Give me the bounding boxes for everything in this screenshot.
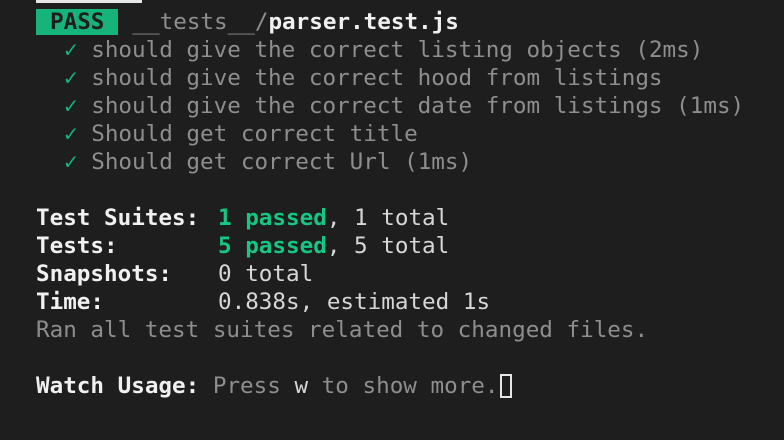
- test-duration: (2ms): [621, 37, 704, 63]
- summary-suites-label: Test Suites:: [36, 205, 200, 231]
- watch-press-text: Press: [212, 373, 295, 399]
- summary-tests-row: Tests: 5 passed, 5 total: [36, 232, 449, 260]
- summary-snapshots-label: Snapshots:: [36, 261, 173, 287]
- time-value: 0.838s, estimated 1s: [218, 289, 491, 315]
- checkmark-icon: ✓: [64, 37, 78, 63]
- test-duration: (1ms): [662, 93, 745, 119]
- terminal-window: PASS __tests__/parser.test.js ✓ should gi…: [0, 0, 784, 440]
- checkmark-icon: ✓: [64, 65, 78, 91]
- test-name: should give the correct date from listin…: [91, 93, 663, 119]
- suites-passed-count: 1 passed: [218, 205, 327, 231]
- test-file-dir: __tests__/: [132, 9, 269, 35]
- summary-suites-row: Test Suites: 1 passed, 1 total: [36, 204, 449, 232]
- terminal-cursor[interactable]: [499, 374, 512, 398]
- test-result-row: ✓ Should get correct Url (1ms): [64, 148, 472, 176]
- test-name: Should get correct title: [91, 121, 418, 147]
- test-result-row: ✓ should give the correct date from list…: [64, 92, 744, 120]
- watch-usage-label: Watch Usage:: [36, 373, 200, 399]
- summary-time-row: Time: 0.838s, estimated 1s: [36, 288, 490, 316]
- test-name: should give the correct listing objects: [91, 37, 622, 63]
- tests-total: , 5 total: [326, 233, 450, 259]
- test-name: Should get correct Url: [91, 149, 391, 175]
- scroll-remnant-bar: [36, 0, 142, 3]
- test-result-row: ✓ should give the correct listing object…: [64, 36, 703, 64]
- checkmark-icon: ✓: [64, 149, 78, 175]
- test-result-row: ✓ should give the correct hood from list…: [64, 64, 663, 92]
- checkmark-icon: ✓: [64, 93, 78, 119]
- summary-time-label: Time:: [36, 289, 105, 315]
- watch-key: w: [294, 373, 309, 399]
- tests-passed-count: 5 passed: [218, 233, 327, 259]
- suites-total: , 1 total: [326, 205, 450, 231]
- summary-snapshots-row: Snapshots: 0 total: [36, 260, 313, 288]
- test-result-row: ✓ Should get correct title: [64, 120, 418, 148]
- watch-rest-text: to show more.: [308, 373, 499, 399]
- checkmark-icon: ✓: [64, 121, 78, 147]
- test-file-name: parser.test.js: [268, 9, 459, 35]
- test-file-header: PASS __tests__/parser.test.js: [36, 8, 459, 36]
- test-duration: (1ms): [390, 149, 473, 175]
- ran-all-message: Ran all test suites related to changed f…: [36, 317, 649, 343]
- test-name: should give the correct hood from listin…: [91, 65, 663, 91]
- watch-usage-prompt: Watch Usage: Press w to show more.: [36, 372, 512, 400]
- summary-tests-label: Tests:: [36, 233, 118, 259]
- snapshots-value: 0 total: [218, 261, 314, 287]
- pass-badge: PASS: [36, 9, 119, 35]
